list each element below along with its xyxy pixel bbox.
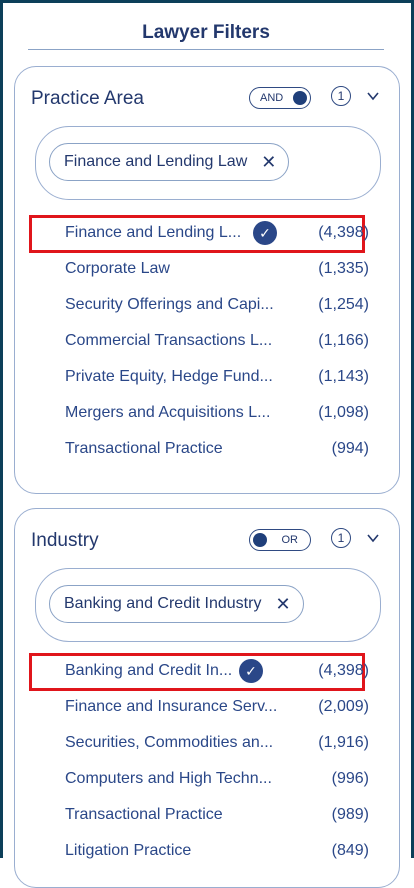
chip-label: Banking and Credit Industry — [64, 595, 262, 612]
practice-selected-box: Finance and Lending Law ✕ — [35, 126, 381, 200]
item-label: Finance and Insurance Serv... — [65, 698, 278, 715]
item-label: Corporate Law — [65, 260, 170, 277]
list-item[interactable]: Private Equity, Hedge Fund... (1,143) — [29, 359, 385, 395]
list-item[interactable]: Transactional Practice (989) — [29, 797, 385, 833]
chevron-down-icon[interactable] — [365, 89, 381, 103]
industry-selected-chip[interactable]: Banking and Credit Industry ✕ — [49, 585, 304, 623]
toggle-label: OR — [281, 534, 299, 546]
list-item[interactable]: Mergers and Acquisitions L... (1,098) — [29, 395, 385, 431]
close-icon[interactable]: ✕ — [261, 153, 276, 171]
item-label: Transactional Practice — [65, 440, 223, 457]
item-label: Commercial Transactions L... — [65, 332, 273, 349]
chevron-down-icon[interactable] — [365, 531, 381, 545]
list-item[interactable]: Commercial Transactions L... (1,166) — [29, 323, 385, 359]
industry-panel: Industry OR 1 Banking and Credit Industr… — [14, 508, 400, 888]
toggle-knob — [253, 533, 267, 547]
toggle-knob — [293, 91, 307, 105]
practice-area-title: Practice Area — [31, 88, 144, 109]
practice-selected-chip[interactable]: Finance and Lending Law ✕ — [49, 143, 290, 181]
list-item[interactable]: Transactional Practice (994) — [29, 431, 385, 467]
item-count: (1,143) — [318, 368, 369, 385]
item-count: (2,009) — [318, 698, 369, 715]
item-count: (1,335) — [318, 260, 369, 277]
list-item[interactable]: Finance and Lending L... ✓ (4,398) — [29, 215, 385, 253]
item-label: Security Offerings and Capi... — [65, 296, 274, 313]
check-icon: ✓ — [253, 221, 277, 245]
title-divider — [28, 49, 384, 50]
item-label: Litigation Practice — [65, 842, 192, 859]
item-label: Transactional Practice — [65, 806, 223, 823]
list-item[interactable]: Computers and High Techn... (996) — [29, 761, 385, 797]
list-item[interactable]: Finance and Insurance Serv... (2,009) — [29, 689, 385, 725]
list-item[interactable]: Security Offerings and Capi... (1,254) — [29, 287, 385, 323]
item-count: (994) — [331, 440, 369, 457]
item-count: (989) — [331, 806, 369, 823]
item-count: (1,916) — [318, 734, 369, 751]
practice-area-panel: Practice Area AND 1 Finance and Lending … — [14, 66, 400, 494]
check-icon: ✓ — [239, 659, 263, 683]
practice-count-badge: 1 — [331, 86, 351, 106]
item-label: Finance and Lending L... — [65, 224, 242, 241]
page-title: Lawyer Filters — [142, 22, 270, 43]
industry-title: Industry — [31, 530, 99, 551]
item-count: (1,098) — [318, 404, 369, 421]
industry-selected-box: Banking and Credit Industry ✕ — [35, 568, 381, 642]
item-label: Computers and High Techn... — [65, 770, 272, 787]
industry-or-toggle[interactable]: OR — [249, 529, 311, 551]
list-item[interactable]: Banking and Credit In... ✓ (4,398) — [29, 653, 385, 691]
list-item[interactable]: Litigation Practice (849) — [29, 833, 385, 869]
item-label: Banking and Credit In... — [65, 662, 233, 679]
item-count: (849) — [331, 842, 369, 859]
item-count: (996) — [331, 770, 369, 787]
chip-label: Finance and Lending Law — [64, 153, 248, 170]
item-label: Mergers and Acquisitions L... — [65, 404, 271, 421]
list-item[interactable]: Securities, Commodities an... (1,916) — [29, 725, 385, 761]
item-label: Securities, Commodities an... — [65, 734, 274, 751]
item-count: (1,166) — [318, 332, 369, 349]
close-icon[interactable]: ✕ — [275, 595, 290, 613]
practice-and-toggle[interactable]: AND — [249, 87, 311, 109]
item-label: Private Equity, Hedge Fund... — [65, 368, 273, 385]
toggle-label: AND — [260, 92, 284, 104]
practice-option-list: Finance and Lending L... ✓ (4,398) Corpo… — [29, 215, 385, 467]
industry-count-badge: 1 — [331, 528, 351, 548]
item-count: (4,398) — [318, 224, 369, 241]
item-count: (1,254) — [318, 296, 369, 313]
list-item[interactable]: Corporate Law (1,335) — [29, 251, 385, 287]
industry-option-list: Banking and Credit In... ✓ (4,398) Finan… — [29, 653, 385, 869]
item-count: (4,398) — [318, 662, 369, 679]
